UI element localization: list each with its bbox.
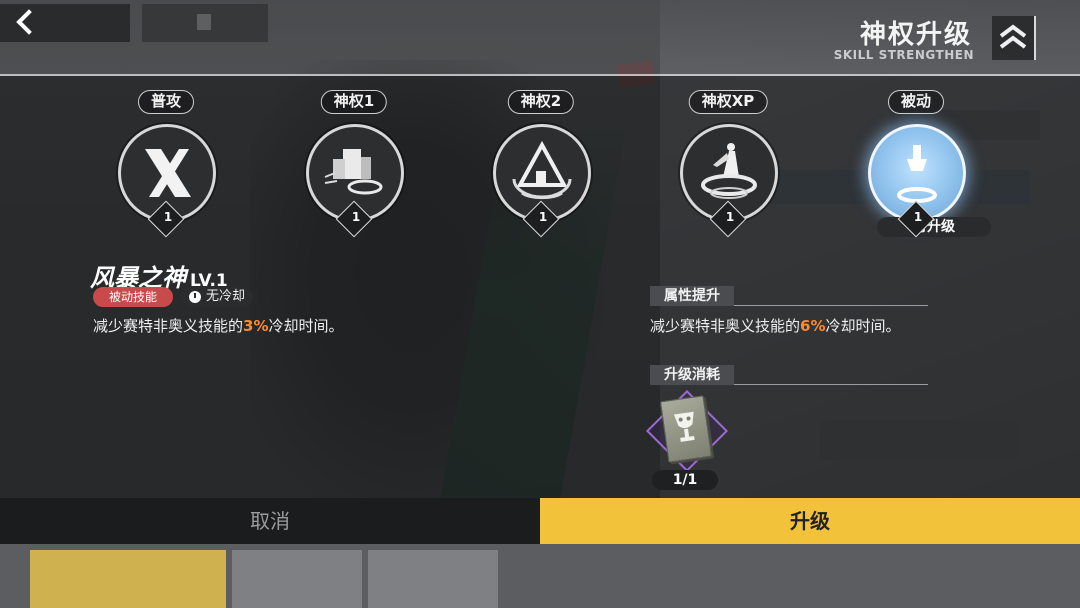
cancel-button[interactable]: 取消 xyxy=(0,498,540,544)
clock-icon xyxy=(189,291,201,303)
attribute-description: 减少赛特非奥义技能的6%冷却时间。 xyxy=(650,317,901,335)
skill-label: 被动 xyxy=(887,90,945,114)
skill-slot-1[interactable]: 神权1 1 xyxy=(289,76,419,238)
home-icon xyxy=(197,14,211,30)
chevron-left-icon xyxy=(16,9,42,35)
back-button[interactable] xyxy=(0,4,130,42)
skill-label: 普攻 xyxy=(137,90,195,114)
chalice-book-icon xyxy=(659,395,713,463)
cooldown-badge: 无冷却 xyxy=(182,287,254,307)
cost-item[interactable] xyxy=(645,389,729,473)
upgradable-label: 可升级 xyxy=(877,217,991,237)
bg-tab xyxy=(368,550,498,608)
page-title: 神权升级 xyxy=(859,20,972,50)
skill-label: 神权2 xyxy=(507,90,575,114)
page-subtitle: SKILL STRENGTHEN xyxy=(833,48,974,62)
item-count: 1/1 xyxy=(652,470,718,490)
skill-slot-normal-attack[interactable]: 普攻 1 xyxy=(101,76,231,238)
bg-bottom-tabs xyxy=(0,544,1080,608)
skill-label: 神权XP xyxy=(688,90,768,114)
skill-type-badge: 被动技能 xyxy=(93,287,173,307)
chalice-icon xyxy=(673,411,695,442)
attribute-header: 属性提升 xyxy=(650,285,928,306)
home-button[interactable] xyxy=(142,4,268,42)
rank-button[interactable] xyxy=(992,16,1036,60)
skill-description: 减少赛特非奥义技能的3%冷却时间。 xyxy=(93,317,344,335)
cost-header: 升级消耗 xyxy=(650,364,928,385)
skill-label: 神权1 xyxy=(320,90,388,114)
upgrade-button[interactable]: 升级 xyxy=(540,498,1080,544)
double-chevron-up-icon xyxy=(999,24,1027,49)
skill-slot-passive[interactable]: 被动 可升级 1 xyxy=(851,76,991,238)
skill-slot-2[interactable]: 神权2 1 xyxy=(476,76,606,238)
bg-tab xyxy=(30,550,226,608)
skill-slot-xp[interactable]: 神权XP 1 xyxy=(663,76,793,238)
bg-tab xyxy=(232,550,362,608)
